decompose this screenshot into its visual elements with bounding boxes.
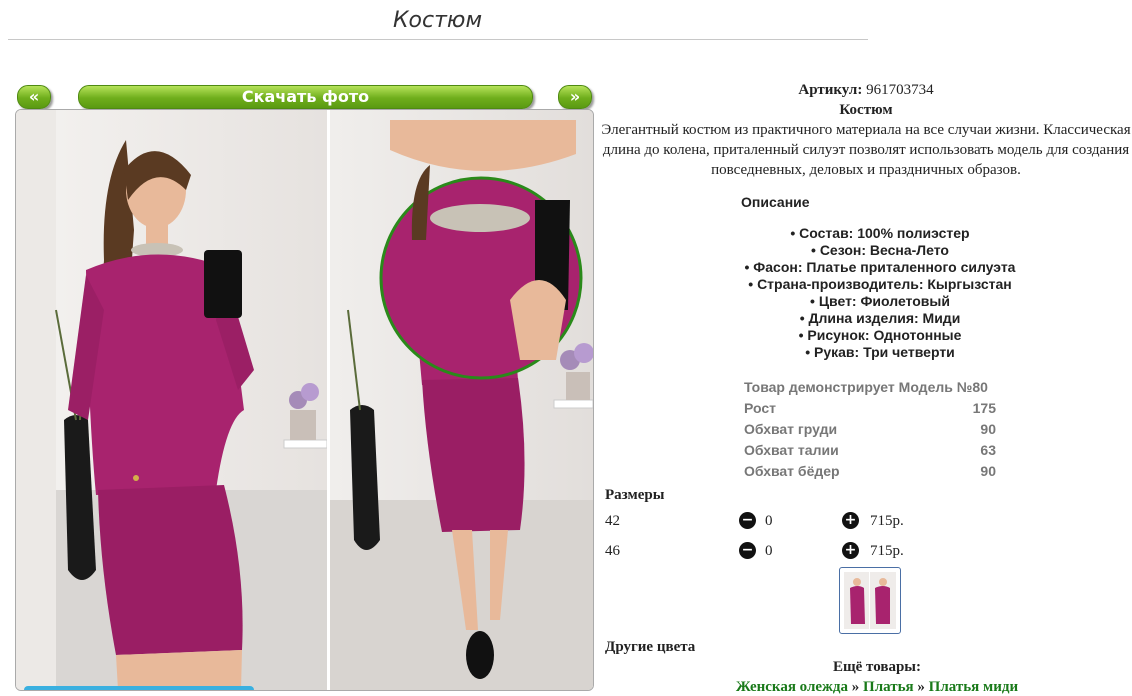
breadcrumb-separator: »: [851, 679, 860, 695]
breadcrumb-separator: »: [917, 679, 925, 695]
model-row: Обхват бёдер 90: [744, 463, 996, 479]
model-measurements: Товар демонстрирует Модель №80 Рост 175 О…: [744, 377, 996, 482]
size-quantity: 0: [765, 513, 773, 529]
next-photo-button[interactable]: »: [558, 85, 592, 109]
article-value: 961703734: [866, 82, 934, 98]
property-item: • Страна-производитель: Кыргызстан: [748, 276, 1012, 292]
product-photo-frame[interactable]: [15, 109, 594, 691]
product-info: Артикул: 961703734 Костюм Элегантный кос…: [600, 80, 1132, 180]
property-item: • Фасон: Платье приталенного силуэта: [744, 259, 1016, 275]
size-quantity: 0: [765, 543, 773, 559]
page-title: Костюм: [392, 8, 483, 33]
prev-photo-button[interactable]: «: [17, 85, 51, 109]
photo-zoom-illustration: [330, 120, 593, 690]
download-photo-button[interactable]: Скачать фото: [78, 85, 533, 109]
model-row: Рост 175: [744, 400, 996, 416]
product-photo-front[interactable]: [16, 110, 327, 690]
property-item: • Рисунок: Однотонные: [798, 327, 962, 343]
article-line: Артикул: 961703734: [600, 80, 1132, 100]
product-photo-zoom[interactable]: [330, 110, 593, 690]
size-price: 715р.: [870, 543, 904, 559]
model-row: Обхват груди 90: [744, 421, 996, 437]
breadcrumb-link[interactable]: Платья миди: [929, 679, 1018, 695]
sizes-heading: Размеры: [605, 487, 665, 503]
product-description: Элегантный костюм из практичного материа…: [601, 122, 1131, 178]
plus-icon[interactable]: +: [842, 542, 859, 559]
size-label: 42: [605, 513, 620, 529]
photo-scroll-indicator[interactable]: [24, 686, 254, 690]
model-row: Обхват талии 63: [744, 442, 996, 458]
breadcrumb-link[interactable]: Платья: [863, 679, 914, 695]
size-label: 46: [605, 543, 620, 559]
photo-front-illustration: [16, 110, 327, 690]
plus-icon[interactable]: +: [842, 512, 859, 529]
description-heading: Описание: [741, 194, 810, 210]
size-row: 42 − 0 + 715р.: [605, 509, 935, 533]
property-item: • Состав: 100% полиэстер: [790, 225, 970, 241]
title-divider: [8, 39, 868, 40]
other-colors-heading: Другие цвета: [605, 639, 696, 655]
property-item: • Цвет: Фиолетовый: [810, 293, 950, 309]
property-item: • Рукав: Три четверти: [805, 344, 955, 360]
minus-icon[interactable]: −: [739, 542, 756, 559]
article-label: Артикул:: [798, 82, 863, 98]
size-row: 46 − 0 + 715р.: [605, 539, 935, 563]
properties-list: • Состав: 100% полиэстер • Сезон: Весна-…: [690, 225, 1070, 361]
minus-icon[interactable]: −: [739, 512, 756, 529]
more-goods-heading: Ещё товары:: [832, 659, 922, 675]
property-item: • Сезон: Весна-Лето: [811, 242, 949, 258]
breadcrumb-link[interactable]: Женская олежда: [736, 679, 848, 695]
breadcrumb: Женская олежда » Платья » Платья миди: [600, 679, 1132, 696]
thumbnail-image: [844, 572, 896, 629]
property-item: • Длина изделия: Миди: [799, 310, 961, 326]
model-row: Товар демонстрирует Модель №80: [744, 379, 988, 395]
product-name: Костюм: [839, 102, 893, 118]
size-price: 715р.: [870, 513, 904, 529]
photo-thumbnail[interactable]: [839, 567, 901, 634]
